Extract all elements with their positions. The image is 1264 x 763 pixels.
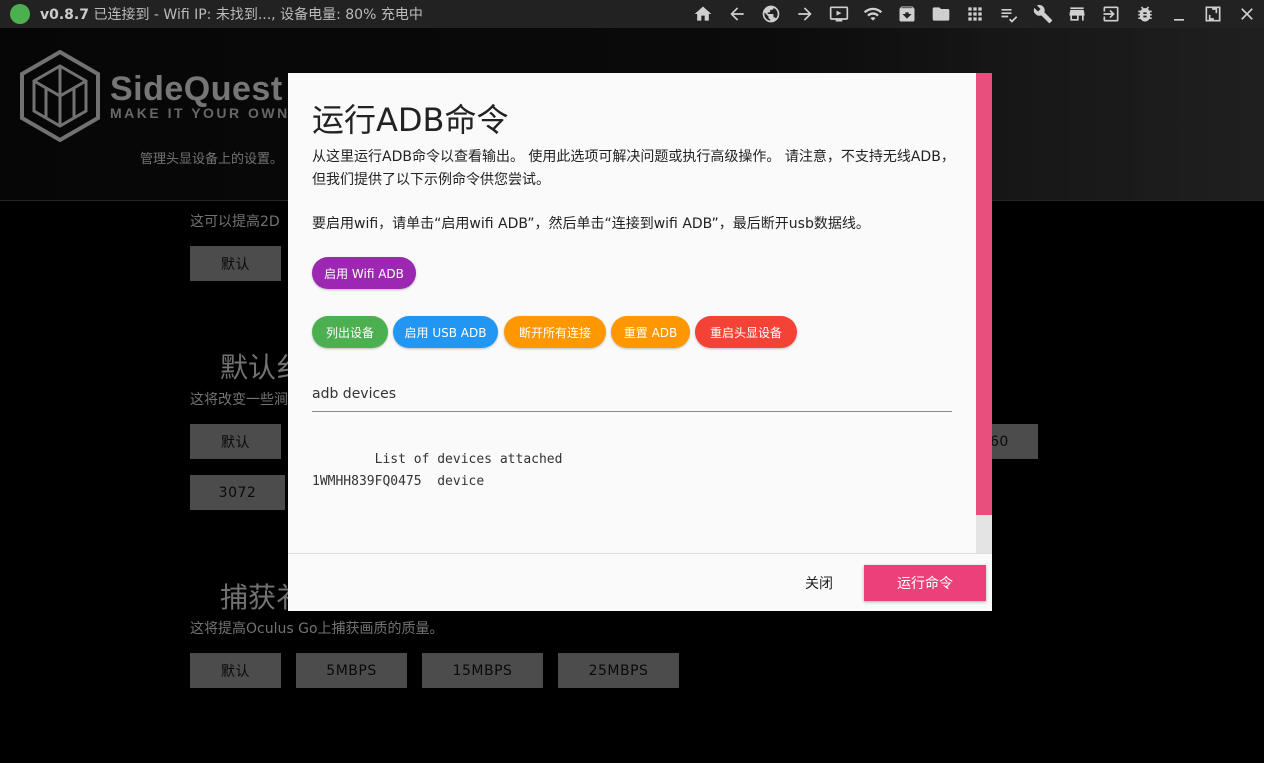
wifi-instructions: 要启用wifi，请单击“启用wifi ADB”，然后单击“连接到wifi ADB… — [312, 216, 870, 232]
adb-command-input[interactable] — [312, 376, 952, 412]
adb-command-dialog: 运行ADB命令 从这里运行ADB命令以查看输出。 使用此选项可解决问题或执行高级… — [288, 73, 992, 611]
command-output: List of devices attached 1WMHH839FQ0475 … — [312, 452, 563, 489]
globe-icon[interactable] — [754, 0, 788, 28]
status-text: v0.8.7 已连接到 - Wifi IP: 未找到..., 设备电量: 80%… — [40, 4, 423, 24]
folder-icon[interactable] — [924, 0, 958, 28]
title-bar: v0.8.7 已连接到 - Wifi IP: 未找到..., 设备电量: 80%… — [0, 0, 1264, 28]
download-box-icon[interactable] — [890, 0, 924, 28]
close-button[interactable]: 关闭 — [788, 565, 850, 601]
connection-status-label: 已连接到 - Wifi IP: 未找到..., 设备电量: 80% 充电中 — [93, 7, 423, 23]
close-icon[interactable] — [1230, 0, 1264, 28]
version-label: v0.8.7 — [40, 7, 89, 23]
dialog-description: 从这里运行ADB命令以查看输出。 使用此选项可解决问题或执行高级操作。 请注意，… — [312, 149, 955, 188]
wifi-icon[interactable] — [856, 0, 890, 28]
list-devices-button[interactable]: 列出设备 — [312, 316, 388, 348]
back-icon[interactable] — [720, 0, 754, 28]
exit-to-app-icon[interactable] — [1094, 0, 1128, 28]
apps-grid-icon[interactable] — [958, 0, 992, 28]
minimize-icon[interactable] — [1162, 0, 1196, 28]
enable-usb-adb-button[interactable]: 启用 USB ADB — [393, 316, 498, 348]
store-icon[interactable] — [1060, 0, 1094, 28]
reset-adb-button[interactable]: 重置 ADB — [611, 316, 690, 348]
toolbar-icons — [686, 0, 1264, 28]
dialog-scrollbar-thumb[interactable] — [976, 73, 992, 515]
tv-icon[interactable] — [822, 0, 856, 28]
checklist-icon[interactable] — [992, 0, 1026, 28]
reboot-headset-button[interactable]: 重启头显设备 — [695, 316, 797, 348]
dialog-title: 运行ADB命令 — [312, 101, 509, 139]
maximize-icon[interactable] — [1196, 0, 1230, 28]
bug-icon[interactable] — [1128, 0, 1162, 28]
dialog-footer-divider — [288, 553, 992, 554]
forward-icon[interactable] — [788, 0, 822, 28]
run-command-button[interactable]: 运行命令 — [864, 565, 986, 601]
home-icon[interactable] — [686, 0, 720, 28]
wrench-icon[interactable] — [1026, 0, 1060, 28]
connection-status-icon — [10, 4, 30, 24]
disconnect-all-button[interactable]: 断开所有连接 — [504, 316, 606, 348]
enable-wifi-adb-button[interactable]: 启用 Wifi ADB — [312, 257, 416, 289]
